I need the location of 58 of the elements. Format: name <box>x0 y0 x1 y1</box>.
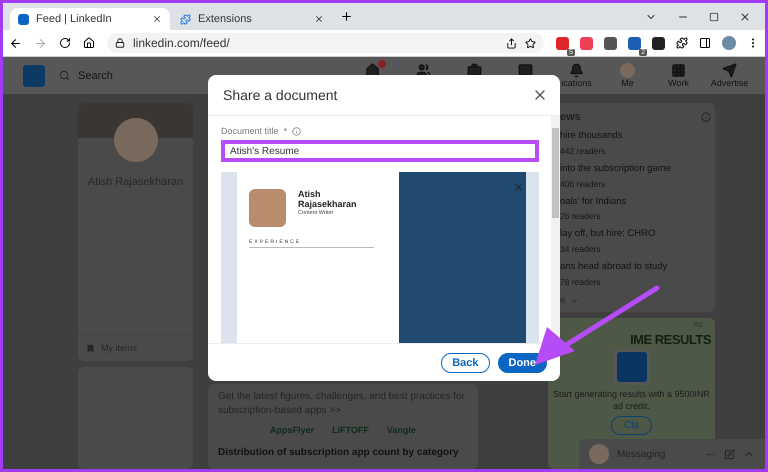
browser-tab[interactable]: Feed | LinkedIn <box>10 8 170 30</box>
jobs-icon[interactable] <box>467 63 482 78</box>
sponsor-logo: Vangle <box>386 425 416 435</box>
address-bar[interactable]: linkedin.com/feed/ <box>107 33 544 53</box>
news-headline[interactable]: oals' for Indians <box>560 196 711 208</box>
profile-avatar <box>114 118 158 162</box>
search-icon <box>59 70 70 81</box>
new-tab-icon[interactable] <box>340 10 353 23</box>
nav-label[interactable]: Work <box>668 78 689 88</box>
bookmark-icon <box>86 344 95 352</box>
required-mark: * <box>284 126 288 136</box>
side-panel-icon[interactable] <box>699 37 711 49</box>
notification-dot <box>378 60 386 68</box>
home-icon[interactable] <box>365 63 380 78</box>
browser-tab[interactable]: Extensions <box>172 8 332 30</box>
advertise-icon[interactable] <box>722 63 737 78</box>
grid-icon[interactable] <box>671 63 686 78</box>
extension-icon[interactable] <box>628 36 641 50</box>
field-label: Document title <box>221 126 279 136</box>
bookmark-star-icon[interactable] <box>525 38 536 48</box>
nav-label[interactable]: Advertise <box>710 78 748 88</box>
post-heading: Distribution of subscription app count by category <box>218 447 460 458</box>
photo-placeholder <box>249 189 286 227</box>
dialog-title: Share a document <box>223 87 338 103</box>
news-headline[interactable]: lay off, but hire: CHRO <box>560 228 711 242</box>
bell-icon[interactable] <box>569 63 584 78</box>
resume-last-name: Rajasekharan <box>298 199 357 210</box>
search-placeholder[interactable]: Search <box>78 70 113 82</box>
close-icon[interactable] <box>314 14 324 24</box>
nav-label[interactable]: Me <box>621 78 634 88</box>
profile-avatar[interactable] <box>722 36 736 50</box>
nav-label[interactable]: ications <box>561 78 592 88</box>
ad-banner-text: IME RESULTS <box>630 332 711 348</box>
maximize-icon[interactable] <box>709 12 719 22</box>
close-icon[interactable] <box>739 10 751 22</box>
lock-icon <box>115 38 125 48</box>
document-title-field[interactable]: Atish's Resume <box>221 140 539 162</box>
home-icon[interactable] <box>83 37 95 49</box>
puzzle-icon <box>180 14 191 24</box>
news-headline[interactable]: hire thousands <box>560 130 711 143</box>
extension-icon[interactable] <box>604 36 617 50</box>
extension-icon[interactable] <box>652 36 665 50</box>
news-headline[interactable]: ans head abroad to study <box>560 261 711 274</box>
scrollbar-thumb[interactable] <box>552 128 559 218</box>
back-button[interactable]: Back <box>441 352 490 372</box>
share-icon[interactable] <box>506 38 517 48</box>
extensions-icon[interactable] <box>676 37 688 49</box>
ad-text: Start generating results with a 9500INR ad credit. <box>552 388 712 413</box>
news-headline[interactable]: into the subscription game <box>560 162 711 176</box>
avatar-icon <box>589 444 609 464</box>
sponsor-logo: LIFTOFF <box>332 425 369 435</box>
back-icon[interactable] <box>9 36 22 50</box>
claim-button[interactable]: Cla <box>610 416 652 436</box>
resume-first-name: Atish <box>298 189 322 200</box>
close-icon[interactable] <box>152 14 162 24</box>
sponsor-logo: AppsFlyer <box>270 425 314 435</box>
info-icon[interactable] <box>292 126 302 136</box>
reload-icon[interactable] <box>59 37 71 49</box>
